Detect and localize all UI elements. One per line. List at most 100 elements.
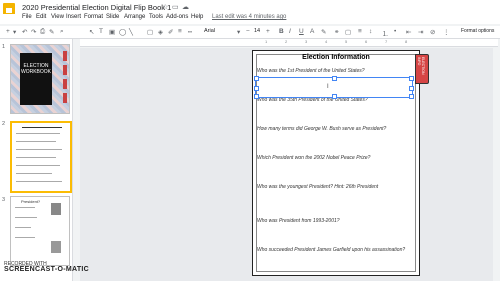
- menu-view[interactable]: View: [51, 14, 64, 20]
- star-icon[interactable]: ☆: [162, 3, 168, 11]
- menu-tools[interactable]: Tools: [149, 14, 163, 20]
- thumb-line: [15, 207, 35, 208]
- question-text[interactable]: How many terms did George W. Bush serve …: [257, 126, 413, 132]
- question-text[interactable]: Who was the 1st President of the United …: [257, 68, 413, 74]
- slide-number: 1: [2, 44, 6, 50]
- question-text[interactable]: Which President won the 2002 Nobel Peace…: [257, 155, 413, 161]
- thumb-tab: [63, 93, 67, 103]
- fill-color-icon[interactable]: ◈: [158, 28, 163, 36]
- thumb-line: [16, 181, 62, 182]
- election-info-tab[interactable]: ELECTION INFO: [415, 54, 429, 84]
- last-edit-link[interactable]: Last edit was 4 minutes ago: [212, 14, 286, 20]
- slide-thumbnail-2[interactable]: [10, 121, 72, 193]
- underline-icon[interactable]: U: [299, 28, 304, 35]
- add-slide-icon[interactable]: +: [6, 28, 10, 35]
- select-cursor-icon[interactable]: ↖: [89, 28, 94, 36]
- resize-handle[interactable]: [254, 76, 259, 81]
- font-select[interactable]: Arial: [204, 28, 215, 34]
- menu-help[interactable]: Help: [191, 14, 203, 20]
- question-text[interactable]: Who was the youngest President? Hint: 26…: [257, 184, 413, 190]
- chevron-down-icon[interactable]: ▾: [13, 28, 16, 36]
- thumb-tab: [63, 79, 67, 89]
- question-text[interactable]: Who succeeded President James Garfield u…: [257, 247, 413, 253]
- resize-handle[interactable]: [254, 86, 259, 91]
- bulleted-list-icon[interactable]: •: [394, 28, 396, 35]
- slide-thumbnail-3[interactable]: President?: [10, 196, 70, 266]
- menu-slide[interactable]: Slide: [106, 14, 119, 20]
- format-options-button[interactable]: Format options: [461, 28, 494, 34]
- cloud-icon: ☁: [182, 4, 189, 11]
- slide-number: 2: [2, 121, 6, 127]
- numbered-list-icon[interactable]: ⒈: [382, 28, 389, 38]
- print-icon[interactable]: ⎙: [40, 28, 45, 36]
- menu-format[interactable]: Format: [84, 14, 103, 20]
- align-icon[interactable]: ≡: [358, 28, 362, 35]
- thumb-tab: [63, 65, 67, 75]
- tab-label: ELECTION INFO: [417, 57, 425, 75]
- screencast-watermark: RECORDED WITH SCREENCAST-O-MATIC: [4, 261, 89, 273]
- ruler: 1 2 3 4 5 6 7 8: [80, 39, 498, 47]
- thumb-line: [15, 217, 37, 218]
- comment-icon[interactable]: ▢: [147, 28, 153, 36]
- ruler-number: 8: [405, 39, 408, 44]
- text-color-icon[interactable]: A: [310, 28, 314, 35]
- insert-comment-icon[interactable]: ▢: [345, 28, 351, 36]
- menu-insert[interactable]: Insert: [66, 14, 81, 20]
- increase-size-icon[interactable]: +: [266, 28, 270, 35]
- ruler-number: 4: [325, 39, 328, 44]
- italic-icon[interactable]: I: [289, 28, 291, 35]
- menu-bar: File Edit View Insert Format Slide Arran…: [0, 14, 500, 24]
- border-color-icon[interactable]: ✐: [168, 28, 173, 36]
- vertical-scrollbar[interactable]: [493, 48, 498, 281]
- question-text[interactable]: Who was President from 1993-2001?: [257, 218, 413, 224]
- resize-handle[interactable]: [332, 76, 337, 81]
- slide-thumbnail-1[interactable]: ELECTION WORKBOOK: [10, 44, 70, 114]
- thumb-line: [16, 133, 60, 134]
- ruler-number: 6: [365, 39, 368, 44]
- font-size-field[interactable]: 14: [254, 28, 260, 34]
- more-icon[interactable]: ⋮: [443, 28, 450, 36]
- menu-edit[interactable]: Edit: [36, 14, 46, 20]
- thumb-line: [16, 141, 56, 142]
- resize-handle[interactable]: [409, 76, 414, 81]
- font-dropdown-icon[interactable]: ▾: [237, 28, 240, 36]
- resize-handle[interactable]: [332, 94, 337, 99]
- resize-handle[interactable]: [254, 94, 259, 99]
- increase-indent-icon[interactable]: ⇥: [418, 28, 423, 36]
- image-icon[interactable]: ▣: [109, 28, 115, 36]
- text-box-icon[interactable]: T: [99, 28, 103, 35]
- zoom-icon[interactable]: ⌕: [60, 28, 64, 36]
- menu-addons[interactable]: Add-ons: [166, 14, 188, 20]
- bold-icon[interactable]: B: [279, 28, 284, 35]
- thumb-line: [15, 227, 31, 228]
- clear-format-icon[interactable]: ⊘: [430, 28, 435, 36]
- thumb-line: [15, 237, 35, 238]
- resize-handle[interactable]: [409, 94, 414, 99]
- thumb-line: [16, 149, 62, 150]
- line-spacing-icon[interactable]: ↕: [369, 28, 372, 35]
- undo-icon[interactable]: ↶: [22, 28, 27, 36]
- border-dash-icon[interactable]: ┅: [188, 28, 192, 36]
- portrait-image: [51, 203, 61, 215]
- redo-icon[interactable]: ↷: [31, 28, 36, 36]
- line-icon[interactable]: ╲: [129, 28, 133, 36]
- thumb-title: President?: [21, 199, 41, 204]
- decrease-indent-icon[interactable]: ⇤: [406, 28, 411, 36]
- shape-icon[interactable]: ◯: [119, 28, 126, 36]
- highlight-icon[interactable]: ✎: [321, 28, 326, 36]
- folder-icon[interactable]: ▭: [172, 3, 179, 11]
- thumb-line: [16, 157, 56, 158]
- menu-arrange[interactable]: Arrange: [124, 14, 145, 20]
- decrease-size-icon[interactable]: −: [246, 28, 250, 35]
- thumb-line: [22, 127, 62, 128]
- slide-title[interactable]: Election Information: [253, 54, 419, 61]
- toolbar: + ▾ ↶ ↷ ⎙ ✎ ⌕ ↖ T ▣ ◯ ╲ ▢ ◈ ✐ ≡ ┅ Arial …: [0, 26, 500, 39]
- paint-format-icon[interactable]: ✎: [49, 28, 54, 36]
- slide-number: 3: [2, 197, 6, 203]
- resize-handle[interactable]: [409, 86, 414, 91]
- link-icon[interactable]: ⚭: [334, 28, 339, 36]
- menu-file[interactable]: File: [22, 14, 32, 20]
- border-weight-icon[interactable]: ≡: [178, 28, 182, 35]
- selected-text-box[interactable]: [254, 76, 414, 99]
- document-title[interactable]: 2020 Presidential Election Digital Flip …: [22, 3, 171, 12]
